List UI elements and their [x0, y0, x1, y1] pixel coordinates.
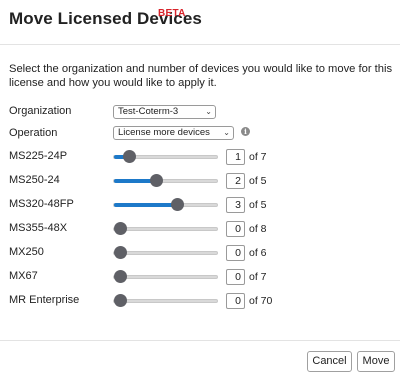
device-label: MS320-48FP: [9, 198, 74, 210]
slider-thumb[interactable]: [171, 198, 184, 211]
cancel-button[interactable]: Cancel: [307, 351, 352, 372]
slider-thumb[interactable]: [114, 270, 127, 283]
operation-select[interactable]: License more devices ⌄: [113, 126, 234, 140]
slider-thumb[interactable]: [114, 222, 127, 235]
device-slider[interactable]: [113, 270, 218, 283]
device-slider[interactable]: [113, 198, 218, 211]
organization-select[interactable]: Test-Coterm-3 ⌄: [113, 105, 216, 119]
beta-badge: BETA: [158, 8, 186, 19]
device-slider[interactable]: [113, 150, 218, 163]
device-count-input[interactable]: 1: [226, 149, 245, 165]
dialog-header: Move Licensed Devices BETA: [0, 0, 400, 45]
chevron-down-icon: ⌄: [205, 107, 212, 116]
slider-thumb[interactable]: [123, 150, 136, 163]
device-total-text: of 70: [249, 295, 273, 307]
device-slider[interactable]: [113, 222, 218, 235]
operation-label: Operation: [9, 127, 58, 139]
device-slider[interactable]: [113, 246, 218, 259]
organization-select-value: Test-Coterm-3: [118, 106, 179, 117]
slider-thumb[interactable]: [114, 246, 127, 259]
device-count-input[interactable]: 0: [226, 221, 245, 237]
device-label: MS250-24: [9, 174, 60, 186]
device-label: MX250: [9, 246, 44, 258]
info-icon[interactable]: i: [241, 127, 250, 136]
device-count-input[interactable]: 2: [226, 173, 245, 189]
device-count-input[interactable]: 0: [226, 269, 245, 285]
device-label: MS355-48X: [9, 222, 68, 234]
device-label: MX67: [9, 270, 38, 282]
device-total-text: of 5: [249, 199, 267, 211]
device-slider[interactable]: [113, 294, 218, 307]
chevron-down-icon: ⌄: [223, 128, 230, 137]
slider-thumb[interactable]: [114, 294, 127, 307]
slider-thumb[interactable]: [150, 174, 163, 187]
device-count-input[interactable]: 3: [226, 197, 245, 213]
device-label: MS225-24P: [9, 150, 68, 162]
organization-label: Organization: [9, 105, 72, 117]
device-total-text: of 8: [249, 223, 267, 235]
device-label: MR Enterprise: [9, 294, 80, 306]
device-total-text: of 6: [249, 247, 267, 259]
move-button[interactable]: Move: [357, 351, 395, 372]
device-total-text: of 5: [249, 175, 267, 187]
slider-fill: [114, 203, 177, 207]
device-count-input[interactable]: 0: [226, 245, 245, 261]
device-total-text: of 7: [249, 151, 267, 163]
device-count-input[interactable]: 0: [226, 293, 245, 309]
device-total-text: of 7: [249, 271, 267, 283]
dialog-description: Select the organization and number of de…: [9, 63, 393, 89]
footer-divider: [0, 340, 400, 341]
operation-select-value: License more devices: [118, 127, 210, 138]
device-slider[interactable]: [113, 174, 218, 187]
